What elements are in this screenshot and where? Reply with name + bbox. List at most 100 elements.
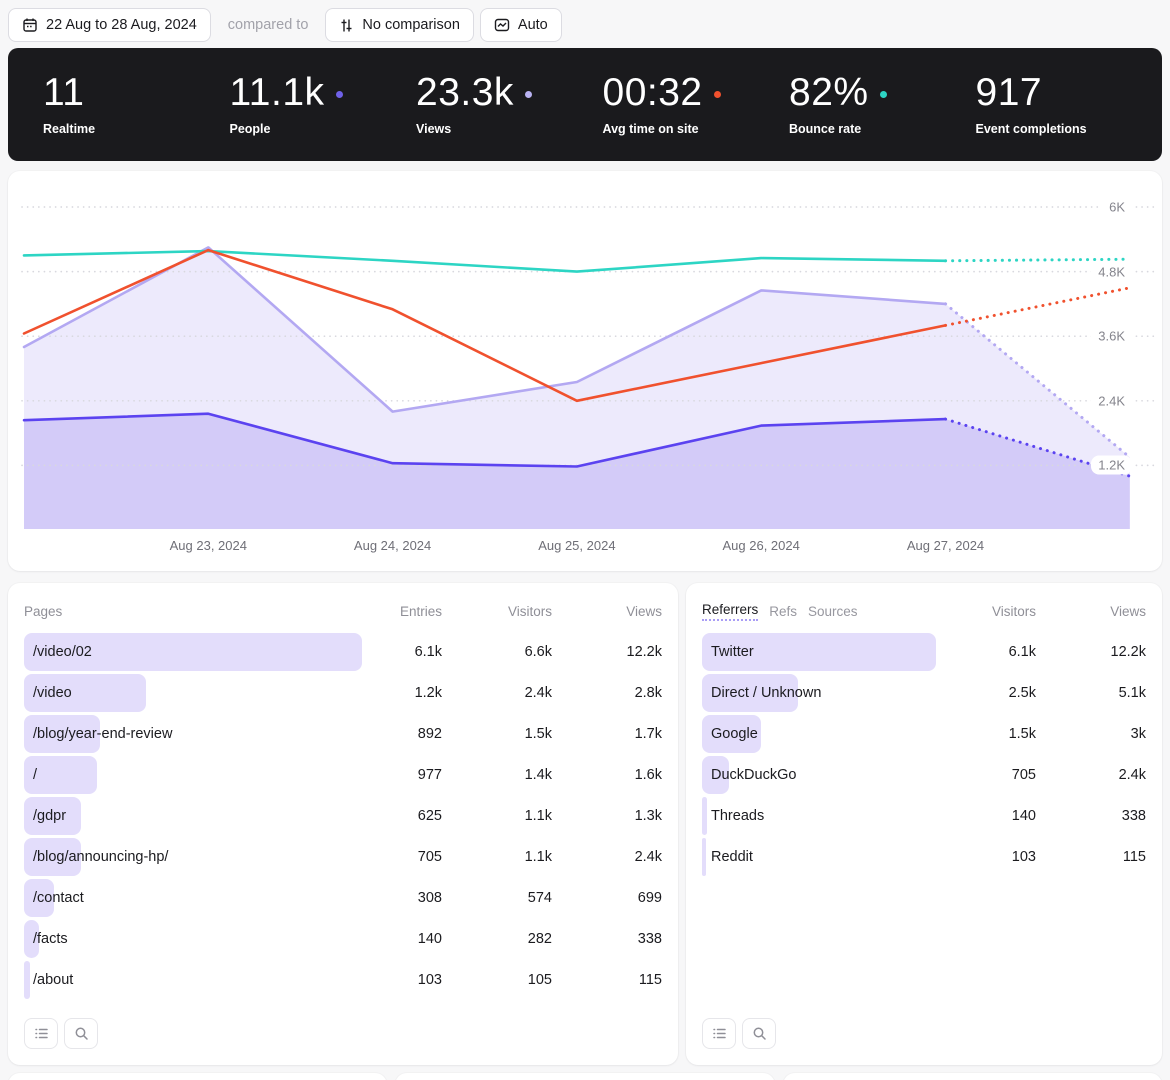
display-mode-label: Auto: [518, 17, 548, 33]
stat-label: Views: [416, 122, 603, 136]
y-axis-label: 2.4K: [1091, 391, 1132, 410]
list-icon: [712, 1026, 727, 1041]
row-label: Threads: [702, 808, 764, 824]
row-link[interactable]: /facts: [24, 920, 362, 958]
row-link[interactable]: /gdpr: [24, 797, 362, 835]
stat-value: 23.3k: [416, 73, 514, 114]
table-row: /about103105115: [24, 961, 662, 999]
visitors-value: 1.5k: [442, 726, 552, 742]
row-link[interactable]: DuckDuckGo: [702, 756, 936, 794]
search-icon: [752, 1026, 767, 1041]
x-axis-label: Aug 24, 2024: [354, 538, 431, 553]
stat-value: 11: [43, 73, 85, 114]
row-link[interactable]: Google: [702, 715, 936, 753]
tab-refs[interactable]: Refs: [769, 604, 797, 619]
traffic-chart[interactable]: 6K4.8K3.6K2.4K1.2KAug 23, 2024Aug 24, 20…: [8, 171, 1162, 571]
y-axis-label: 6K: [1102, 198, 1132, 217]
views-value: 1.7k: [552, 726, 662, 742]
visitors-value: 705: [936, 767, 1036, 783]
bottom-card: [783, 1073, 1162, 1080]
stat-label: Avg time on site: [603, 122, 790, 136]
views-value: 115: [1036, 849, 1146, 865]
stat-realtime[interactable]: 11 Realtime: [43, 73, 230, 137]
row-label: /blog/announcing-hp/: [24, 849, 168, 865]
comparison-button[interactable]: No comparison: [325, 8, 474, 42]
row-link[interactable]: Twitter: [702, 633, 936, 671]
search-button[interactable]: [742, 1018, 776, 1049]
toolbar: 22 Aug to 28 Aug, 2024 compared to No co…: [8, 8, 1162, 42]
visitors-value: 6.6k: [442, 644, 552, 660]
list-view-button[interactable]: [24, 1018, 58, 1049]
views-value: 12.2k: [552, 644, 662, 660]
stat-people[interactable]: 11.1k People: [230, 73, 417, 137]
stat-value: 00:32: [603, 73, 703, 114]
row-label: /contact: [24, 890, 84, 906]
row-label: Reddit: [702, 849, 753, 865]
row-link[interactable]: Reddit: [702, 838, 936, 876]
referrers-table-body: Twitter6.1k12.2kDirect / Unknown2.5k5.1k…: [702, 633, 1146, 879]
pages-card-footer: [24, 1018, 662, 1049]
row-link[interactable]: /video/02: [24, 633, 362, 671]
entries-value: 103: [362, 972, 442, 988]
sliders-icon: [339, 18, 354, 33]
row-link[interactable]: /: [24, 756, 362, 794]
tables-row: Pages Entries Visitors Views /video/026.…: [8, 583, 1162, 1065]
visitors-value: 574: [442, 890, 552, 906]
pages-table-body: /video/026.1k6.6k12.2k/video1.2k2.4k2.8k…: [24, 633, 662, 1002]
row-link[interactable]: /about: [24, 961, 362, 999]
row-label: Google: [702, 726, 758, 742]
views-value: 3k: [1036, 726, 1146, 742]
table-row: DuckDuckGo 7052.4k: [702, 756, 1146, 794]
referrers-card-footer: [702, 1018, 1146, 1049]
table-row: /video/026.1k6.6k12.2k: [24, 633, 662, 671]
stats-bar: 11 Realtime 11.1k People 23.3k Views 00:…: [8, 48, 1162, 161]
stat-label: People: [230, 122, 417, 136]
list-view-button[interactable]: [702, 1018, 736, 1049]
row-link[interactable]: /contact: [24, 879, 362, 917]
row-label: DuckDuckGo: [702, 767, 796, 783]
table-row: Twitter6.1k12.2k: [702, 633, 1146, 671]
stat-event-completions[interactable]: 917 Event completions: [976, 73, 1163, 137]
table-row: Reddit103115: [702, 838, 1146, 876]
pages-table-header: Pages Entries Visitors Views: [24, 599, 662, 623]
row-link[interactable]: /video: [24, 674, 362, 712]
entries-value: 977: [362, 767, 442, 783]
column-header-visitors[interactable]: Visitors: [442, 604, 552, 619]
tab-sources[interactable]: Sources: [808, 604, 858, 619]
row-link[interactable]: /blog/announcing-hp/: [24, 838, 362, 876]
stat-dot: [880, 91, 887, 98]
row-link[interactable]: Direct / Unknown: [702, 674, 936, 712]
bottom-cards-row: [8, 1073, 1162, 1080]
row-label: /video/02: [24, 644, 92, 660]
pages-card: Pages Entries Visitors Views /video/026.…: [8, 583, 678, 1065]
search-icon: [74, 1026, 89, 1041]
column-header-views[interactable]: Views: [552, 604, 662, 619]
visitors-value: 140: [936, 808, 1036, 824]
search-button[interactable]: [64, 1018, 98, 1049]
display-mode-button[interactable]: Auto: [480, 8, 562, 42]
column-header-entries[interactable]: Entries: [362, 604, 442, 619]
chart-line-icon: [494, 17, 510, 33]
table-row: Threads 140338: [702, 797, 1146, 835]
tab-referrers[interactable]: Referrers: [702, 602, 758, 621]
stat-bounce-rate[interactable]: 82% Bounce rate: [789, 73, 976, 137]
entries-value: 625: [362, 808, 442, 824]
row-link[interactable]: Threads: [702, 797, 936, 835]
column-header-views[interactable]: Views: [1036, 604, 1146, 619]
row-link[interactable]: /blog/year-end-review: [24, 715, 362, 753]
visitors-value: 1.4k: [442, 767, 552, 783]
stat-views[interactable]: 23.3k Views: [416, 73, 603, 137]
row-label: /video: [24, 685, 72, 701]
visitors-value: 2.5k: [936, 685, 1036, 701]
dashboard-page: 22 Aug to 28 Aug, 2024 compared to No co…: [0, 8, 1170, 1080]
visitors-value: 282: [442, 931, 552, 947]
row-label: /blog/year-end-review: [24, 726, 172, 742]
views-value: 338: [1036, 808, 1146, 824]
stat-avg-time[interactable]: 00:32 Avg time on site: [603, 73, 790, 137]
date-range-button[interactable]: 22 Aug to 28 Aug, 2024: [8, 8, 211, 42]
stat-value: 11.1k: [230, 73, 325, 114]
y-axis-label: 4.8K: [1091, 262, 1132, 281]
column-header-visitors[interactable]: Visitors: [936, 604, 1036, 619]
table-row: /9771.4k1.6k: [24, 756, 662, 794]
views-value: 2.4k: [1036, 767, 1146, 783]
